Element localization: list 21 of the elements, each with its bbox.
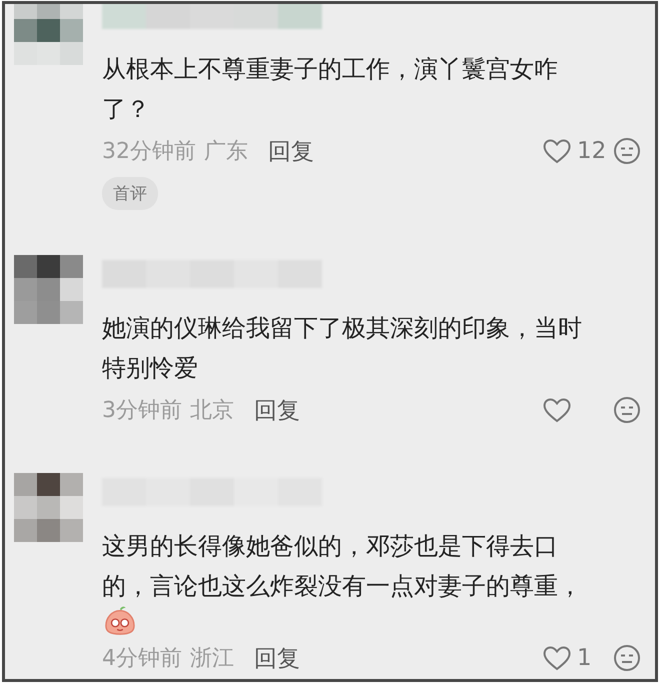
like-count: 12 (577, 138, 606, 164)
face-icon[interactable] (613, 137, 641, 165)
comment-text: 从根本上不尊重妻子的工作，演丫鬟宫女咋了？ (102, 54, 559, 125)
comment-text: 这男的长得像她爸似的，邓莎也是下得去口的，言论也这么炸裂没有一点对妻子的尊重， (102, 531, 583, 602)
like-count: 1 (577, 645, 592, 671)
comment-time: 32分钟前 (102, 138, 196, 166)
comment-location: 广东 (204, 138, 248, 166)
reply-link[interactable]: 回复 (254, 642, 300, 674)
heart-icon[interactable] (543, 646, 571, 670)
heart-icon[interactable] (543, 398, 571, 422)
reply-link[interactable]: 回复 (268, 136, 314, 166)
comment-location: 浙江 (190, 645, 234, 673)
face-icon[interactable] (613, 644, 641, 672)
comment-text: 她演的仪琳给我留下了极其深刻的印象，当时特别怜爱 (102, 313, 583, 384)
comment-time: 3分钟前 (102, 397, 182, 425)
reply-link[interactable]: 回复 (254, 394, 300, 426)
face-icon[interactable] (613, 396, 641, 424)
heart-icon[interactable] (543, 138, 571, 164)
comment-location: 北京 (190, 397, 234, 425)
first-comment-badge: 首评 (102, 177, 158, 210)
comment-time: 4分钟前 (102, 645, 182, 673)
